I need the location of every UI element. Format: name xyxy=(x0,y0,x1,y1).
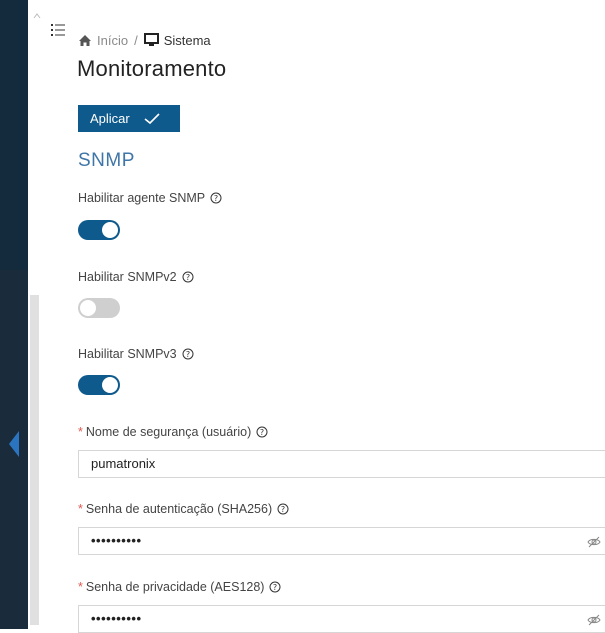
breadcrumb-current: Sistema xyxy=(163,32,211,48)
required-marker: * xyxy=(78,425,83,439)
enable-v3-label-text: Habilitar SNMPv3 xyxy=(78,347,177,361)
priv-password-label-text: Senha de privacidade (AES128) xyxy=(85,580,265,594)
svg-text:?: ? xyxy=(281,505,285,514)
auth-password-label: * Senha de autenticação (SHA256) ? xyxy=(78,502,289,516)
help-icon[interactable]: ? xyxy=(277,503,289,515)
enable-agent-label: Habilitar agente SNMP ? xyxy=(78,191,222,205)
sidebar xyxy=(0,0,28,629)
security-name-input[interactable]: pumatronix xyxy=(78,450,605,478)
help-icon[interactable]: ? xyxy=(256,426,268,438)
apply-button-label: Aplicar xyxy=(90,111,130,126)
priv-password-label: * Senha de privacidade (AES128) ? xyxy=(78,580,281,594)
section-title-snmp: SNMP xyxy=(78,150,135,171)
auth-password-input[interactable]: •••••••••• xyxy=(78,527,605,555)
auth-password-label-text: Senha de autenticação (SHA256) xyxy=(85,502,273,516)
auth-password-value: •••••••••• xyxy=(91,533,142,548)
check-icon xyxy=(144,112,160,124)
enable-agent-label-text: Habilitar agente SNMP xyxy=(78,191,206,205)
svg-text:?: ? xyxy=(186,273,190,282)
page-title: Monitoramento xyxy=(77,56,227,81)
security-name-label-text: Nome de segurança (usuário) xyxy=(85,425,252,439)
eye-off-icon[interactable] xyxy=(587,535,601,549)
chevron-left-icon xyxy=(9,431,19,457)
priv-password-value: •••••••••• xyxy=(91,611,142,626)
help-icon[interactable]: ? xyxy=(182,271,194,283)
apply-button[interactable]: Aplicar xyxy=(78,105,180,132)
monitor-icon xyxy=(143,33,159,46)
required-marker: * xyxy=(78,502,83,516)
toggle-knob xyxy=(102,222,118,238)
sidebar-collapse-button[interactable] xyxy=(0,424,28,464)
svg-text:?: ? xyxy=(260,428,264,437)
svg-text:?: ? xyxy=(214,194,218,203)
toggle-knob xyxy=(80,300,96,316)
required-marker: * xyxy=(78,580,83,594)
help-icon[interactable]: ? xyxy=(182,348,194,360)
breadcrumb-separator: / xyxy=(134,32,138,48)
enable-agent-toggle[interactable] xyxy=(78,220,120,240)
enable-v2-toggle[interactable] xyxy=(78,298,120,318)
svg-text:?: ? xyxy=(273,583,277,592)
menu-icon[interactable] xyxy=(50,22,66,38)
svg-text:?: ? xyxy=(186,350,190,359)
security-name-value: pumatronix xyxy=(91,456,156,471)
security-name-label: * Nome de segurança (usuário) ? xyxy=(78,425,268,439)
toggle-knob xyxy=(102,377,118,393)
help-icon[interactable]: ? xyxy=(210,192,222,204)
help-icon[interactable]: ? xyxy=(269,581,281,593)
eye-off-icon[interactable] xyxy=(587,613,601,627)
enable-v3-toggle[interactable] xyxy=(78,375,120,395)
caret-up-icon[interactable] xyxy=(33,12,41,20)
enable-v3-label: Habilitar SNMPv3 ? xyxy=(78,347,194,361)
enable-v2-label-text: Habilitar SNMPv2 xyxy=(78,270,177,284)
enable-v2-label: Habilitar SNMPv2 ? xyxy=(78,270,194,284)
breadcrumb: Início / Sistema xyxy=(78,31,211,49)
home-icon[interactable] xyxy=(78,34,92,47)
scrollbar[interactable] xyxy=(30,295,39,625)
sidebar-top-panel xyxy=(0,0,28,270)
breadcrumb-home-link[interactable]: Início xyxy=(97,33,128,48)
